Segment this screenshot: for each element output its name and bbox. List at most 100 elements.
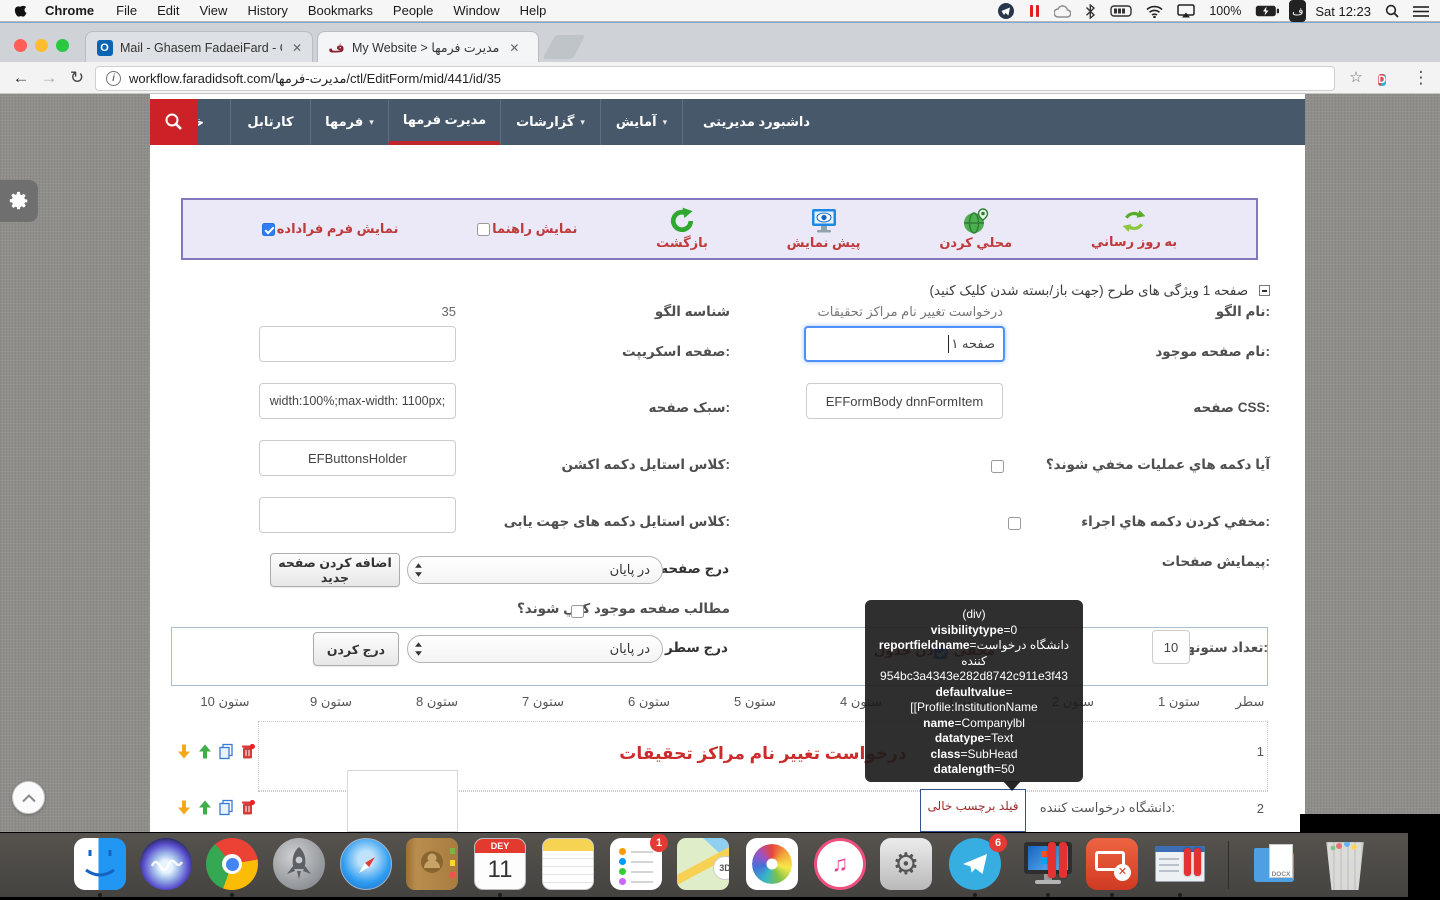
chrome-icon[interactable] bbox=[206, 838, 258, 890]
toolbar-back-button[interactable]: بازگشت bbox=[656, 207, 708, 251]
columns-count-input[interactable] bbox=[1152, 630, 1190, 664]
siri-icon[interactable] bbox=[140, 838, 192, 890]
bluetooth-icon[interactable] bbox=[1080, 0, 1101, 22]
apple-menu-icon[interactable] bbox=[0, 3, 37, 18]
pause-status-icon[interactable] bbox=[1023, 0, 1045, 22]
tab-mail-close-icon[interactable]: ✕ bbox=[292, 41, 302, 55]
menu-window[interactable]: Window bbox=[443, 3, 509, 18]
menu-people[interactable]: People bbox=[383, 3, 443, 18]
chrome-tab-bar: O Mail - Ghasem FadaeiFard - Ou ✕ ف My W… bbox=[0, 22, 1440, 62]
maps-icon[interactable]: 3D bbox=[677, 838, 729, 890]
toolbar-localize-button[interactable]: محلي کردن bbox=[939, 207, 1012, 251]
copy-content-checkbox[interactable] bbox=[571, 605, 584, 618]
style-input[interactable] bbox=[259, 383, 456, 419]
creative-cloud-icon[interactable] bbox=[1049, 0, 1076, 22]
copy-row-icon[interactable] bbox=[218, 743, 234, 760]
toolbar-preview-button[interactable]: پيش نمايش bbox=[787, 207, 861, 251]
windows-vm-icon[interactable] bbox=[1022, 838, 1074, 890]
menu-help[interactable]: Help bbox=[510, 3, 557, 18]
notification-center-icon[interactable] bbox=[1408, 0, 1434, 22]
script-page-input[interactable] bbox=[259, 326, 456, 362]
window-minimize-button[interactable] bbox=[35, 39, 48, 52]
delete-row-icon[interactable] bbox=[239, 743, 255, 760]
insert-row-button[interactable]: درج کردن bbox=[313, 632, 399, 666]
tab-site-active[interactable]: ف My Website > مديرت فرمها ✕ bbox=[317, 31, 539, 63]
toolbar-update-button[interactable]: به روز رساني bbox=[1091, 208, 1177, 250]
nav-forms[interactable]: فرمها bbox=[310, 99, 388, 145]
browser-menu-icon[interactable]: ⋮ bbox=[1408, 66, 1434, 90]
insert-page-selected: در پايان bbox=[610, 562, 650, 578]
toolbar-update-label: به روز رساني bbox=[1091, 234, 1177, 250]
nav-cartable[interactable]: کارتابل bbox=[230, 99, 310, 145]
bookmark-star-icon[interactable]: ☆ bbox=[1343, 66, 1369, 90]
safari-icon[interactable] bbox=[340, 838, 392, 890]
menu-app-name[interactable]: Chrome bbox=[37, 3, 106, 18]
remote-desktop-icon[interactable]: ✕ bbox=[1086, 838, 1138, 890]
keyboard-battery-icon[interactable] bbox=[1105, 0, 1137, 22]
input-source-badge[interactable]: ف bbox=[1289, 0, 1306, 22]
back-button[interactable]: ← bbox=[8, 66, 34, 90]
trash-icon[interactable] bbox=[1319, 838, 1371, 890]
notes-icon[interactable] bbox=[542, 838, 594, 890]
documents-folder-icon[interactable]: DOCX bbox=[1251, 838, 1303, 890]
row2-empty-cell[interactable] bbox=[347, 770, 458, 832]
minimized-window-icon[interactable] bbox=[1154, 838, 1206, 890]
settings-widget-tab[interactable] bbox=[0, 180, 38, 222]
menu-view[interactable]: View bbox=[189, 3, 237, 18]
nav-dashboard[interactable]: داشبورد مديريتى bbox=[682, 99, 830, 145]
move-up-icon[interactable] bbox=[197, 743, 213, 760]
show-metadata-checkbox[interactable] bbox=[262, 223, 275, 236]
nav-class-input[interactable] bbox=[259, 497, 456, 533]
insert-page-select[interactable]: در پايان bbox=[407, 556, 663, 584]
telegram-icon[interactable]: 6 bbox=[949, 838, 1001, 890]
system-preferences-icon[interactable]: ⚙ bbox=[880, 838, 932, 890]
back-to-top-button[interactable] bbox=[12, 781, 45, 814]
add-page-button[interactable]: اضافه کردن صفحه جديد bbox=[270, 553, 400, 587]
row2-selected-cell[interactable]: فيلد برچسب خالی bbox=[920, 789, 1026, 832]
extension-icon[interactable]: D bbox=[1378, 70, 1386, 89]
launchpad-icon[interactable] bbox=[273, 838, 325, 890]
forward-button[interactable]: → bbox=[36, 66, 62, 90]
reminders-icon[interactable]: 1 bbox=[610, 838, 662, 890]
hide-ops-checkbox[interactable] bbox=[991, 460, 1004, 473]
window-close-button[interactable] bbox=[14, 39, 27, 52]
spotlight-search-icon[interactable] bbox=[1380, 0, 1404, 22]
page-name-input[interactable] bbox=[804, 326, 1005, 362]
menu-file[interactable]: File bbox=[106, 3, 147, 18]
move-down-icon[interactable] bbox=[176, 743, 192, 760]
show-help-checkbox[interactable] bbox=[477, 223, 490, 236]
tab-mail[interactable]: O Mail - Ghasem FadaeiFard - Ou ✕ bbox=[85, 31, 313, 63]
nav-search-button[interactable] bbox=[150, 99, 198, 145]
menubar-clock[interactable]: Sat 12:23 bbox=[1310, 0, 1376, 22]
nav-amayesh[interactable]: آمايش bbox=[600, 99, 682, 145]
telegram-status-icon[interactable] bbox=[993, 0, 1019, 22]
menu-history[interactable]: History bbox=[237, 3, 297, 18]
calendar-icon[interactable]: DEY 11 bbox=[474, 838, 526, 890]
tab-site-close-icon[interactable]: ✕ bbox=[509, 41, 519, 55]
wifi-icon[interactable] bbox=[1141, 0, 1168, 22]
nav-manage-forms[interactable]: مديرت فرمها bbox=[388, 99, 500, 145]
window-zoom-button[interactable] bbox=[56, 39, 69, 52]
menu-edit[interactable]: Edit bbox=[147, 3, 189, 18]
reload-button[interactable]: ↻ bbox=[64, 66, 90, 90]
url-field[interactable]: i workflow.faradidsoft.com/مديرت-فرمها/c… bbox=[95, 66, 1335, 91]
insert-row-select[interactable]: در پايان bbox=[407, 635, 663, 663]
menu-bookmarks[interactable]: Bookmarks bbox=[298, 3, 383, 18]
page-info-icon[interactable]: i bbox=[106, 71, 121, 86]
photos-icon[interactable] bbox=[746, 838, 798, 890]
copy-row-icon[interactable] bbox=[218, 799, 234, 816]
new-tab-button[interactable] bbox=[543, 35, 586, 59]
finder-icon[interactable] bbox=[74, 838, 126, 890]
css-input[interactable] bbox=[806, 383, 1003, 419]
itunes-icon[interactable]: ♫ bbox=[814, 838, 866, 890]
contacts-icon[interactable] bbox=[406, 838, 458, 890]
collapse-icon[interactable] bbox=[1259, 285, 1270, 296]
hide-exec-checkbox[interactable] bbox=[1008, 517, 1021, 530]
move-up-icon[interactable] bbox=[197, 799, 213, 816]
move-down-icon[interactable] bbox=[176, 799, 192, 816]
airplay-display-icon[interactable] bbox=[1172, 0, 1200, 22]
delete-row-icon[interactable] bbox=[239, 799, 255, 816]
action-class-input[interactable] bbox=[259, 440, 456, 476]
section-header[interactable]: صفحه 1 ويژگى های طرح (جهت باز/بسته شدن ک… bbox=[930, 283, 1271, 299]
nav-reports[interactable]: گزارشات bbox=[500, 99, 600, 145]
